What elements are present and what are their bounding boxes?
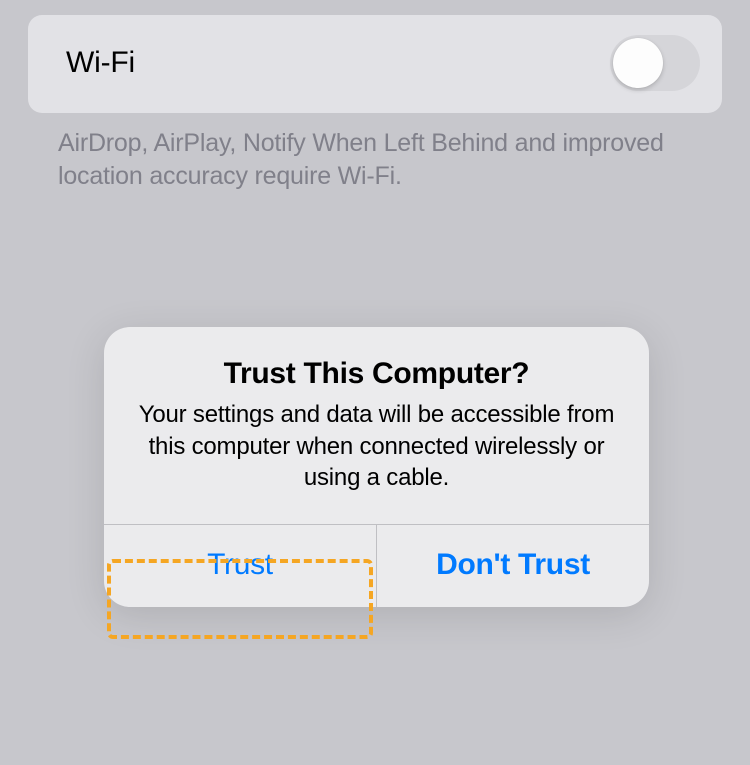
dont-trust-button[interactable]: Don't Trust xyxy=(377,525,649,607)
dialog-buttons: Trust Don't Trust xyxy=(104,524,649,607)
wifi-label: Wi-Fi xyxy=(66,46,135,80)
dialog-title: Trust This Computer? xyxy=(132,357,621,391)
wifi-toggle[interactable] xyxy=(610,35,700,91)
trust-dialog: Trust This Computer? Your settings and d… xyxy=(104,327,649,607)
dialog-message: Your settings and data will be accessibl… xyxy=(132,399,621,494)
wifi-settings-row[interactable]: Wi-Fi xyxy=(28,15,722,113)
trust-button[interactable]: Trust xyxy=(104,525,377,607)
wifi-footer-text: AirDrop, AirPlay, Notify When Left Behin… xyxy=(58,127,710,193)
dialog-body: Trust This Computer? Your settings and d… xyxy=(104,327,649,524)
toggle-knob xyxy=(613,38,663,88)
